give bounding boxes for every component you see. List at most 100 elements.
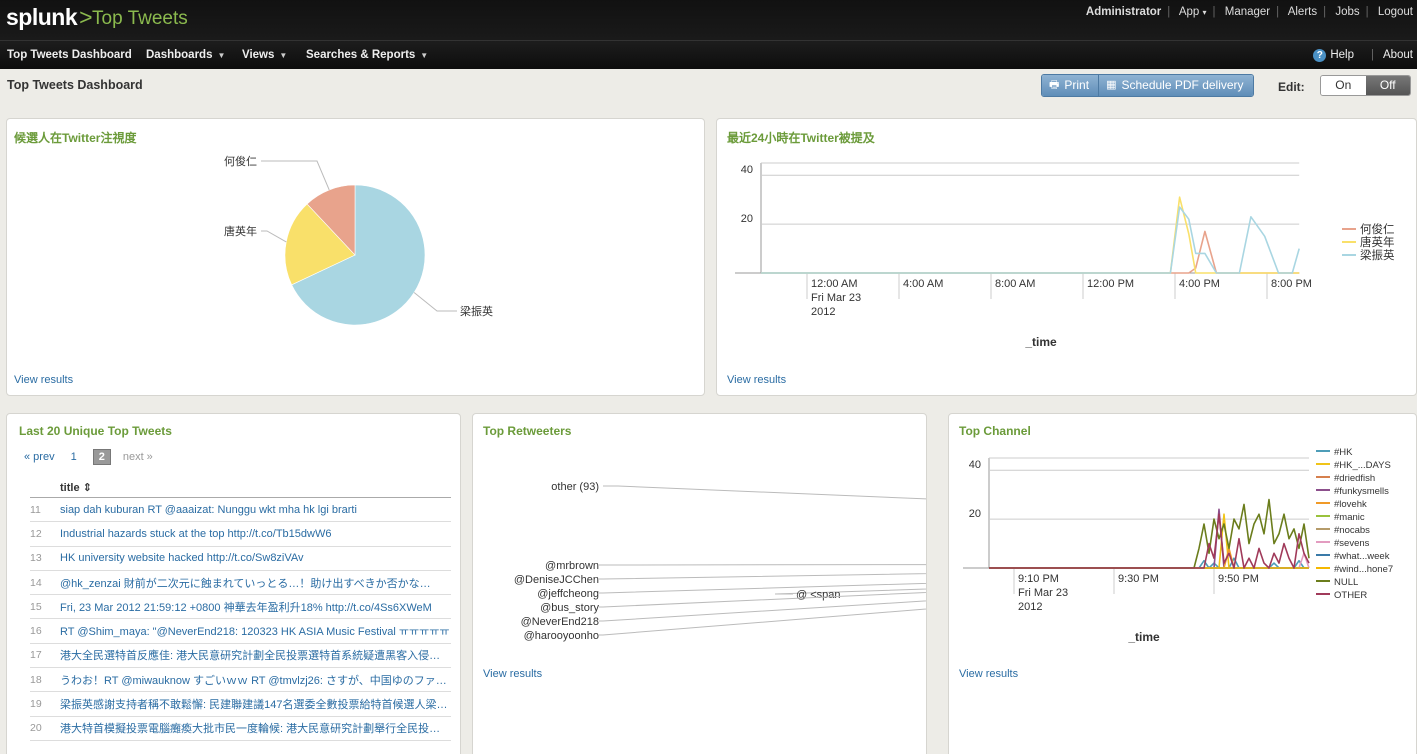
view-results-link[interactable]: View results bbox=[483, 668, 542, 680]
pie-leader-line bbox=[599, 564, 926, 566]
row-number: 16 bbox=[30, 625, 42, 638]
tweet-title-link[interactable]: 港大全民選特首反應佳: 港大民意研究計劃全民投票選特首系統疑遭黑客入侵而癱瘓 bbox=[60, 647, 451, 663]
top-links: Administrator | App ▾ | Manager | Alerts | J… bbox=[1085, 6, 1413, 18]
table-row: 16 RT @Shim_maya: "@NeverEnd218: 120323 H… bbox=[30, 619, 451, 644]
pager: « prev 1 2 next » bbox=[24, 449, 153, 465]
legend-label: 唐英年 bbox=[1360, 235, 1395, 249]
legend-label: #manic bbox=[1334, 512, 1365, 523]
manager-link[interactable]: Manager bbox=[1225, 6, 1270, 18]
x-tick-label: 9:10 PM bbox=[1018, 573, 1059, 585]
pie-leader-line bbox=[413, 292, 457, 312]
alerts-link[interactable]: Alerts bbox=[1288, 6, 1317, 18]
x-tick-label: 9:30 PM bbox=[1118, 573, 1159, 585]
help-icon: ? bbox=[1313, 49, 1327, 62]
panel-title: Last 20 Unique Top Tweets bbox=[19, 424, 172, 438]
pie-leader-line bbox=[261, 160, 330, 191]
calendar-icon: ▦ bbox=[1106, 79, 1117, 91]
table-row: 11 siap dah kuburan RT @aaaizat: Nunggu w… bbox=[30, 498, 451, 523]
nav-dashboards[interactable]: Dashboards ▼ bbox=[146, 49, 225, 61]
row-number: 12 bbox=[30, 527, 42, 540]
help-link[interactable]: ? Help bbox=[1313, 49, 1354, 62]
logout-link[interactable]: Logout bbox=[1378, 6, 1413, 18]
row-number: 19 bbox=[30, 698, 42, 711]
admin-link[interactable]: Administrator bbox=[1086, 6, 1161, 18]
pie-label: 梁振英 bbox=[460, 304, 493, 318]
next-page-link[interactable]: next » bbox=[123, 451, 153, 463]
about-link[interactable]: About bbox=[1383, 49, 1413, 61]
table-row: 18 うわお！RT @miwauknow すごいｗｗ RT @tmvlzj26: … bbox=[30, 668, 451, 693]
row-number: 11 bbox=[30, 503, 41, 516]
x-tick-label: 8:00 AM bbox=[995, 278, 1035, 290]
pie-label: @NeverEnd218 bbox=[521, 616, 599, 628]
legend-label: #nocabs bbox=[1334, 525, 1370, 536]
x-tick-label: 4:00 PM bbox=[1179, 278, 1220, 290]
edit-toggle[interactable]: On Off bbox=[1320, 75, 1411, 96]
dashboard-title: Top Tweets Dashboard bbox=[7, 78, 143, 92]
series-line bbox=[761, 206, 1300, 274]
pie-leader-line bbox=[261, 230, 287, 243]
panel-retweeters-pie: Top Retweeters @ <span @harooyoonho @Never… bbox=[472, 413, 927, 754]
prev-page-link[interactable]: « prev bbox=[24, 451, 55, 463]
app-title[interactable]: Top Tweets bbox=[92, 8, 188, 30]
x-tick-label: Fri Mar 23 bbox=[811, 292, 861, 304]
series-line bbox=[989, 498, 1310, 569]
pie-leader-line bbox=[599, 573, 926, 580]
row-number: 20 bbox=[30, 722, 42, 735]
y-tick-label: 40 bbox=[741, 164, 753, 176]
x-axis-label: _time bbox=[1127, 630, 1160, 644]
series-line bbox=[761, 230, 1300, 274]
series-line bbox=[761, 196, 1300, 274]
pie-label: @DeniseJCChen bbox=[514, 574, 599, 586]
legend-label: #what...week bbox=[1334, 551, 1390, 562]
caret-down-icon: ▼ bbox=[420, 51, 429, 60]
x-tick-label: 12:00 PM bbox=[1087, 278, 1134, 290]
edit-off-option[interactable]: Off bbox=[1365, 76, 1410, 95]
view-results-link[interactable]: View results bbox=[727, 374, 786, 386]
legend-label: OTHER bbox=[1334, 590, 1367, 601]
tweet-title-link[interactable]: 港大特首模擬投票電腦癱瘓大批市民一度輪候: 港大民意研究計劃舉行全民投票選特首 bbox=[60, 720, 451, 736]
page-2-current[interactable]: 2 bbox=[92, 449, 111, 465]
y-tick-label: 20 bbox=[741, 213, 753, 225]
x-tick-label: 4:00 AM bbox=[903, 278, 943, 290]
tweet-title-link[interactable]: @hk_zenzai 財前が二次元に蝕まれていっとる…！助け出すべきか否かな… bbox=[60, 575, 431, 591]
legend-label: #funkysmells bbox=[1334, 486, 1389, 497]
tweet-title-link[interactable]: RT @Shim_maya: "@NeverEnd218: 120323 HK … bbox=[60, 623, 449, 639]
print-button[interactable]: 🖶 Print bbox=[1042, 75, 1099, 96]
table-row: 15 Fri, 23 Mar 2012 21:59:12 +0800 神華去年盈利… bbox=[30, 595, 451, 620]
pie-label: 唐英年 bbox=[224, 224, 257, 238]
legend-label: #HK bbox=[1334, 447, 1353, 458]
row-number: 15 bbox=[30, 600, 42, 613]
page-1-link[interactable]: 1 bbox=[71, 451, 77, 463]
row-number: 17 bbox=[30, 649, 42, 662]
x-tick-label: 2012 bbox=[1018, 601, 1042, 613]
table-row: 12 Industrial hazards stuck at the top ht… bbox=[30, 522, 451, 547]
nav-bar: Top Tweets Dashboard Dashboards ▼ Views ▼ … bbox=[0, 40, 1417, 69]
tweet-title-link[interactable]: siap dah kuburan RT @aaaizat: Nunggu wkt… bbox=[60, 504, 357, 516]
column-header-title[interactable]: title ⇕ bbox=[30, 479, 451, 498]
nav-searches-reports[interactable]: Searches & Reports ▼ bbox=[306, 49, 428, 61]
tweet-title-link[interactable]: HK university website hacked http://t.co… bbox=[60, 552, 304, 564]
view-results-link[interactable]: View results bbox=[14, 374, 73, 386]
tweets-table: title ⇕ 11 siap dah kuburan RT @aaaizat: … bbox=[30, 479, 451, 741]
tweet-title-link[interactable]: Fri, 23 Mar 2012 21:59:12 +0800 神華去年盈利升1… bbox=[60, 599, 432, 615]
pie-label: other (93) bbox=[551, 481, 599, 493]
table-row: 13 HK university website hacked http://t.… bbox=[30, 547, 451, 571]
tweet-title-link[interactable]: Industrial hazards stuck at the top http… bbox=[60, 528, 331, 540]
caret-down-icon: ▾ bbox=[1202, 8, 1207, 17]
pie-label: @ <span bbox=[796, 589, 841, 601]
schedule-pdf-button[interactable]: ▦ Schedule PDF delivery bbox=[1098, 75, 1253, 96]
nav-views[interactable]: Views ▼ bbox=[242, 49, 287, 61]
jobs-link[interactable]: Jobs bbox=[1335, 6, 1359, 18]
nav-top-tweets-dashboard[interactable]: Top Tweets Dashboard bbox=[7, 49, 132, 61]
app-menu[interactable]: App ▾ bbox=[1179, 6, 1207, 18]
tweet-title-link[interactable]: 梁振英感謝支持者稱不敢鬆懈: 民建聯建議147名選委全數投票給特首候選人梁振英 bbox=[60, 696, 451, 712]
splunk-logo[interactable]: splunk> bbox=[6, 4, 93, 31]
edit-on-option[interactable]: On bbox=[1321, 76, 1366, 95]
pie-leader-line bbox=[603, 485, 926, 500]
view-results-link[interactable]: View results bbox=[959, 668, 1018, 680]
table-row: 19 梁振英感謝支持者稱不敢鬆懈: 民建聯建議147名選委全數投票給特首候選人梁振… bbox=[30, 692, 451, 717]
legend-label: 何俊仁 bbox=[1360, 222, 1395, 236]
tweet-title-link[interactable]: うわお！RT @miwauknow すごいｗｗ RT @tmvlzj26: さす… bbox=[60, 672, 451, 688]
pie-label: @jeffcheong bbox=[537, 588, 599, 600]
x-tick-label: Fri Mar 23 bbox=[1018, 587, 1068, 599]
